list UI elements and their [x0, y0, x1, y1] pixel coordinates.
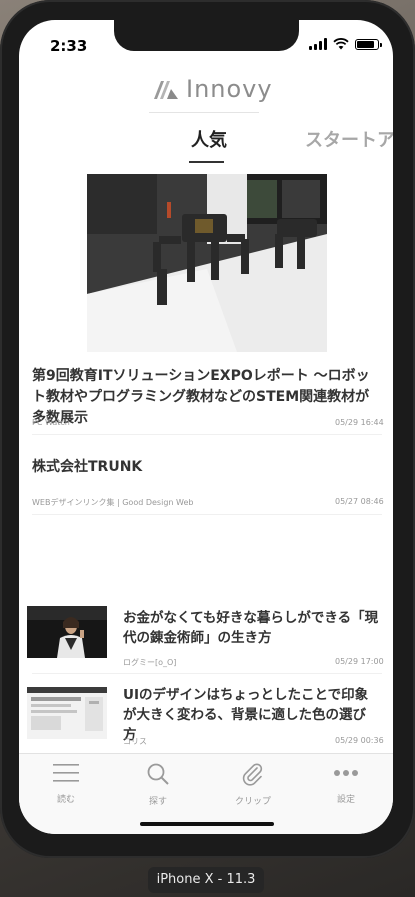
tab-search-label: 探す	[148, 797, 167, 807]
tab-search[interactable]: 探す	[123, 762, 193, 807]
row-divider	[32, 434, 382, 435]
row-divider	[32, 514, 382, 515]
active-tab-indicator	[189, 161, 224, 163]
wifi-icon	[333, 38, 349, 50]
device-notch	[114, 20, 299, 51]
article-source: WEBデザインリンク集 | Good Design Web	[32, 498, 194, 507]
innovy-logo-icon	[154, 81, 178, 99]
article-thumbnail[interactable]	[27, 687, 107, 739]
logo-divider	[149, 112, 259, 113]
logo-text: Innovy	[186, 75, 273, 103]
menu-lines-icon	[53, 764, 79, 782]
simulator-device-label: iPhone X - 11.3	[148, 867, 264, 893]
cellular-signal-icon	[309, 38, 327, 50]
app-screen: 2:33 Innovy 人気 スタートア 第9回教育ITソリューションEXPOレ…	[19, 20, 393, 834]
article-date: 05/27 08:46	[335, 497, 384, 506]
tab-read[interactable]: 読む	[31, 762, 101, 805]
home-indicator[interactable]	[140, 822, 274, 826]
status-icons	[309, 38, 382, 50]
device-frame: 2:33 Innovy 人気 スタートア 第9回教育ITソリューションEXPOレ…	[0, 0, 415, 858]
tab-settings[interactable]: 設定	[311, 762, 381, 805]
category-tabs: 人気 スタートア	[19, 126, 393, 166]
tab-settings-label: 設定	[336, 795, 355, 805]
article-date: 05/29 00:36	[335, 736, 384, 745]
tab-clip[interactable]: クリップ	[218, 762, 288, 807]
tab-read-label: 読む	[56, 795, 75, 805]
more-dots-icon	[334, 770, 358, 776]
article-title[interactable]: 第9回教育ITソリューションEXPOレポート 〜ロボット教材やプログラミング教材…	[32, 366, 382, 429]
row-divider	[32, 673, 382, 674]
tab-clip-label: クリップ	[234, 797, 271, 807]
app-logo: Innovy	[152, 75, 273, 103]
article-source: コリス	[123, 737, 147, 746]
article-date: 05/29 16:44	[335, 418, 384, 427]
tab-popular[interactable]: 人気	[191, 126, 227, 152]
search-icon	[147, 763, 169, 785]
article-thumbnail[interactable]	[27, 606, 107, 658]
article-date: 05/29 17:00	[335, 657, 384, 666]
status-time: 2:33	[50, 37, 88, 55]
paperclip-icon	[242, 763, 263, 786]
article-title[interactable]: 株式会社TRUNK	[32, 456, 142, 476]
tab-startup[interactable]: スタートア	[305, 126, 393, 152]
article-title[interactable]: お金がなくても好きな暮らしができる「現代の錬金術師」の生き方	[123, 608, 379, 648]
hero-article-image[interactable]	[87, 174, 327, 352]
article-source: ログミー[o_O]	[123, 658, 177, 667]
article-source: PC Watch	[32, 418, 70, 427]
battery-icon	[355, 38, 382, 50]
